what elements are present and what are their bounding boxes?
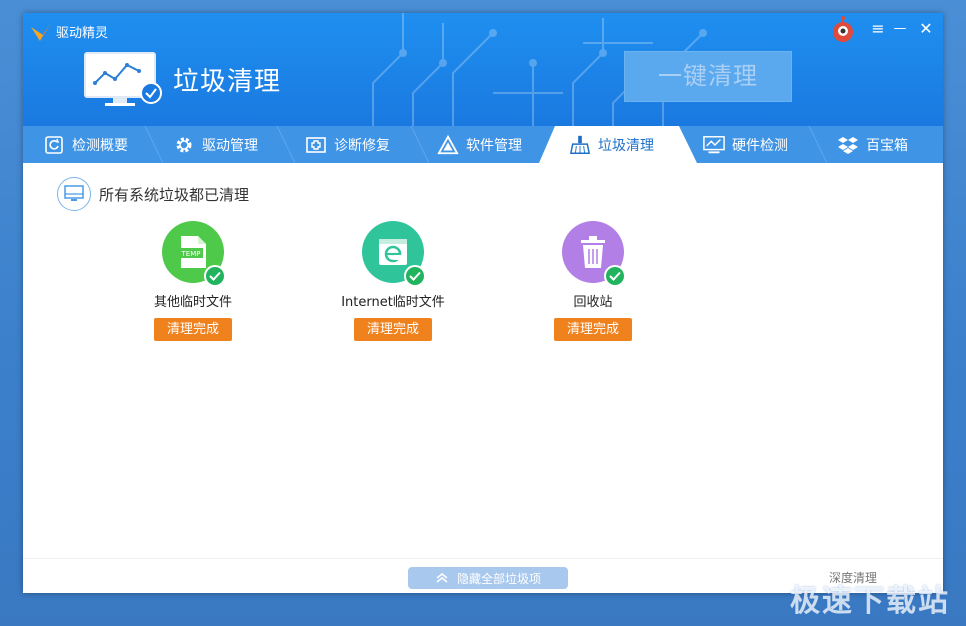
hide-all-junk-button[interactable]: 隐藏全部垃圾项: [408, 567, 568, 589]
menu-icon[interactable]: ≡: [868, 19, 888, 39]
monitor-chart-icon: [84, 52, 162, 106]
clean-complete-button[interactable]: 清理完成: [154, 318, 232, 341]
item-label: 其他临时文件: [153, 295, 232, 310]
check-icon: [204, 265, 226, 287]
check-icon: [604, 265, 626, 287]
tab-separator: [808, 126, 828, 163]
tab-label: 垃圾清理: [598, 137, 654, 154]
tab-label: 软件管理: [466, 137, 522, 154]
double-chevron-up-icon: [436, 573, 448, 583]
hardware-monitor-icon: [703, 134, 725, 156]
tab-junk-clean[interactable]: 垃圾清理: [569, 126, 654, 163]
refresh-icon: [43, 134, 65, 156]
clean-complete-button[interactable]: 清理完成: [354, 318, 432, 341]
tab-label: 硬件检测: [732, 137, 788, 154]
app-window: 驱动精灵 垃圾清理 一键清理 ≡ — ✕ 检测概要 驱动管理 诊断修复 软件管理…: [23, 13, 943, 593]
tab-label: 驱动管理: [202, 137, 258, 154]
main-content: 所有系统垃圾都已清理 TEMP 其他临时文件 清理完成 Internet临时文件…: [23, 163, 943, 558]
minimize-icon[interactable]: —: [890, 19, 910, 39]
recycle-bin-icon: [562, 221, 626, 287]
junk-item-internet-temp: Internet临时文件 清理完成: [333, 221, 453, 341]
hide-all-label: 隐藏全部垃圾项: [456, 571, 541, 586]
tab-separator: [144, 126, 164, 163]
toolbox-icon: [837, 134, 859, 156]
tab-label: 诊断修复: [334, 137, 390, 154]
tab-separator: [410, 126, 430, 163]
tab-bar: 检测概要 驱动管理 诊断修复 软件管理 垃圾清理 硬件检测 百宝箱: [23, 126, 943, 163]
status-row: 所有系统垃圾都已清理: [57, 177, 249, 211]
computer-status-icon: [57, 177, 91, 211]
status-message: 所有系统垃圾都已清理: [99, 185, 250, 204]
app-logo-icon: [31, 23, 51, 41]
junk-item-recycle-bin: 回收站 清理完成: [533, 221, 653, 341]
one-key-clean-button[interactable]: 一键清理: [624, 51, 792, 102]
check-icon: [404, 265, 426, 287]
first-aid-icon: [305, 134, 327, 156]
tab-diagnose-repair[interactable]: 诊断修复: [305, 126, 390, 163]
tab-label: 百宝箱: [866, 137, 908, 154]
tab-toolbox[interactable]: 百宝箱: [837, 126, 908, 163]
junk-item-temp-files: TEMP 其他临时文件 清理完成: [133, 221, 253, 341]
tab-overview[interactable]: 检测概要: [43, 126, 128, 163]
tab-label: 检测概要: [72, 137, 128, 154]
temp-file-icon: TEMP: [162, 221, 226, 287]
item-label: 回收站: [573, 295, 613, 310]
app-title: 驱动精灵: [56, 26, 109, 41]
tab-separator: [276, 126, 296, 163]
clean-complete-button[interactable]: 清理完成: [554, 318, 632, 341]
gear-icon: [173, 134, 195, 156]
watermark: 极速下载站: [790, 584, 950, 619]
tab-driver-management[interactable]: 驱动管理: [173, 126, 258, 163]
tab-hardware-detect[interactable]: 硬件检测: [703, 126, 788, 163]
temp-label: TEMP: [181, 250, 201, 258]
header: 驱动精灵 垃圾清理 一键清理 ≡ — ✕: [23, 13, 943, 126]
robot-mascot-icon[interactable]: [831, 16, 855, 44]
close-icon[interactable]: ✕: [916, 19, 936, 39]
page-title: 垃圾清理: [173, 67, 282, 97]
broom-icon: [569, 134, 591, 156]
item-label: Internet临时文件: [341, 295, 445, 310]
internet-explorer-icon: [362, 221, 426, 287]
tab-software-management[interactable]: 软件管理: [437, 126, 522, 163]
software-triangle-icon: [437, 134, 459, 156]
